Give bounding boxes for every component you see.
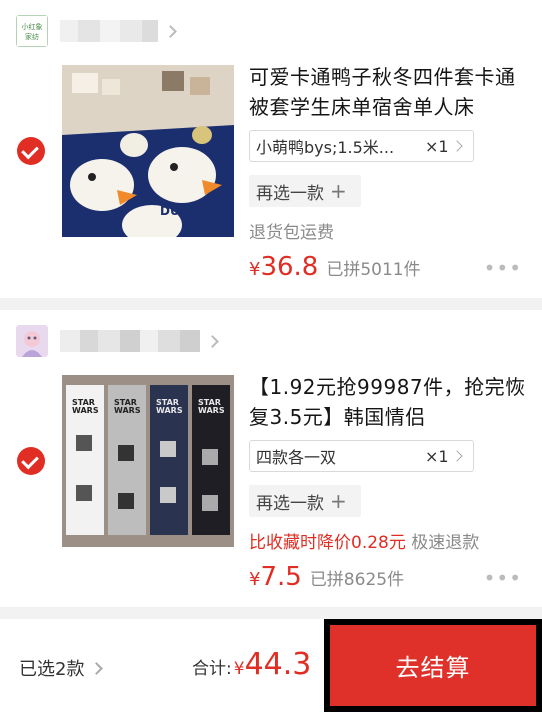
product-title[interactable]: 可爱卡通鸭子秋冬四件套卡通被套学生床单宿舍单人床 (249, 62, 529, 122)
plus-icon: + (330, 179, 347, 203)
cart-item-card: 小红象 家纺 DUCK 可爱卡通鸭子秋冬四件套卡通被套学生床单宿舍单人床 小萌鸭… (0, 0, 542, 298)
shop-name-blurred[interactable] (60, 330, 200, 352)
select-checkbox[interactable] (17, 447, 45, 475)
product-title[interactable]: 【1.92元抢99987件，抢完恢复3.5元】韩国情侣 (249, 372, 529, 432)
svg-text:WARS: WARS (114, 406, 141, 415)
shop-logo[interactable] (16, 325, 48, 357)
chevron-right-icon (451, 450, 463, 462)
sold-count: 已拼5011件 (326, 260, 421, 280)
product-image[interactable]: STAR WARS STAR WARS STAR WARS STAR WARS (62, 375, 234, 547)
price-row: ¥ 7.5 已拼8625件 (249, 562, 404, 592)
price-row: ¥ 36.8 已拼5011件 (249, 252, 421, 282)
spec-text: 小萌鸭bys;1.5米... (256, 138, 395, 157)
shop-header[interactable] (16, 324, 219, 358)
svg-text:家纺: 家纺 (25, 32, 39, 41)
reselect-button[interactable]: 再选一款 + (249, 485, 361, 517)
total-price: 合计: ¥ 44.3 (192, 647, 311, 682)
checkout-button[interactable]: 去结算 (330, 625, 536, 706)
spec-selector[interactable]: 四款各一双 ×1 (249, 440, 474, 472)
quantity: ×1 (425, 136, 449, 156)
currency-symbol: ¥ (249, 259, 261, 280)
reselect-label: 再选一款 (256, 183, 324, 204)
total-label: 合计: (192, 659, 232, 679)
reselect-label: 再选一款 (256, 493, 324, 514)
price-drop-text: 比收藏时降价0.28元 (249, 533, 406, 553)
shop-logo[interactable]: 小红象 家纺 (16, 15, 48, 47)
plus-icon: + (330, 489, 347, 513)
shop-header[interactable]: 小红象 家纺 (16, 14, 177, 48)
product-image[interactable]: DUCK (62, 65, 234, 237)
price: 7.5 (260, 562, 302, 592)
select-checkbox[interactable] (17, 137, 45, 165)
more-options-icon[interactable]: ••• (484, 566, 522, 590)
checkout-button-frame: 去结算 (324, 619, 542, 712)
currency-symbol: ¥ (249, 569, 261, 590)
return-shipping-note: 退货包运费 (249, 223, 334, 243)
svg-text:WARS: WARS (72, 406, 99, 415)
chevron-right-icon (164, 24, 177, 38)
currency-symbol: ¥ (233, 659, 245, 679)
shop-name-blurred[interactable] (60, 20, 158, 42)
selected-label: 已选2款 (19, 659, 85, 680)
total-amount: 44.3 (244, 647, 312, 682)
svg-text:小红象: 小红象 (22, 22, 43, 31)
chevron-right-icon (90, 661, 104, 675)
cart-item-card: STAR WARS STAR WARS STAR WARS STAR WARS 【1.9… (0, 310, 542, 607)
more-options-icon[interactable]: ••• (484, 256, 522, 280)
checkout-bar: 已选2款 合计: ¥ 44.3 去结算 (0, 619, 542, 712)
price: 36.8 (260, 252, 319, 282)
spec-text: 四款各一双 (256, 448, 337, 467)
sold-count: 已拼8625件 (309, 570, 405, 590)
svg-text:WARS: WARS (156, 406, 183, 415)
chevron-right-icon (206, 334, 219, 348)
reselect-button[interactable]: 再选一款 + (249, 175, 361, 207)
fast-refund-text: 极速退款 (405, 533, 480, 553)
svg-text:WARS: WARS (198, 406, 225, 415)
price-drop-note: 比收藏时降价0.28元 极速退款 (249, 528, 479, 553)
spec-selector[interactable]: 小萌鸭bys;1.5米... ×1 (249, 130, 474, 162)
selected-count[interactable]: 已选2款 (19, 655, 104, 681)
quantity: ×1 (425, 446, 449, 466)
svg-text:DUCK: DUCK (160, 204, 199, 218)
chevron-right-icon (451, 140, 463, 152)
